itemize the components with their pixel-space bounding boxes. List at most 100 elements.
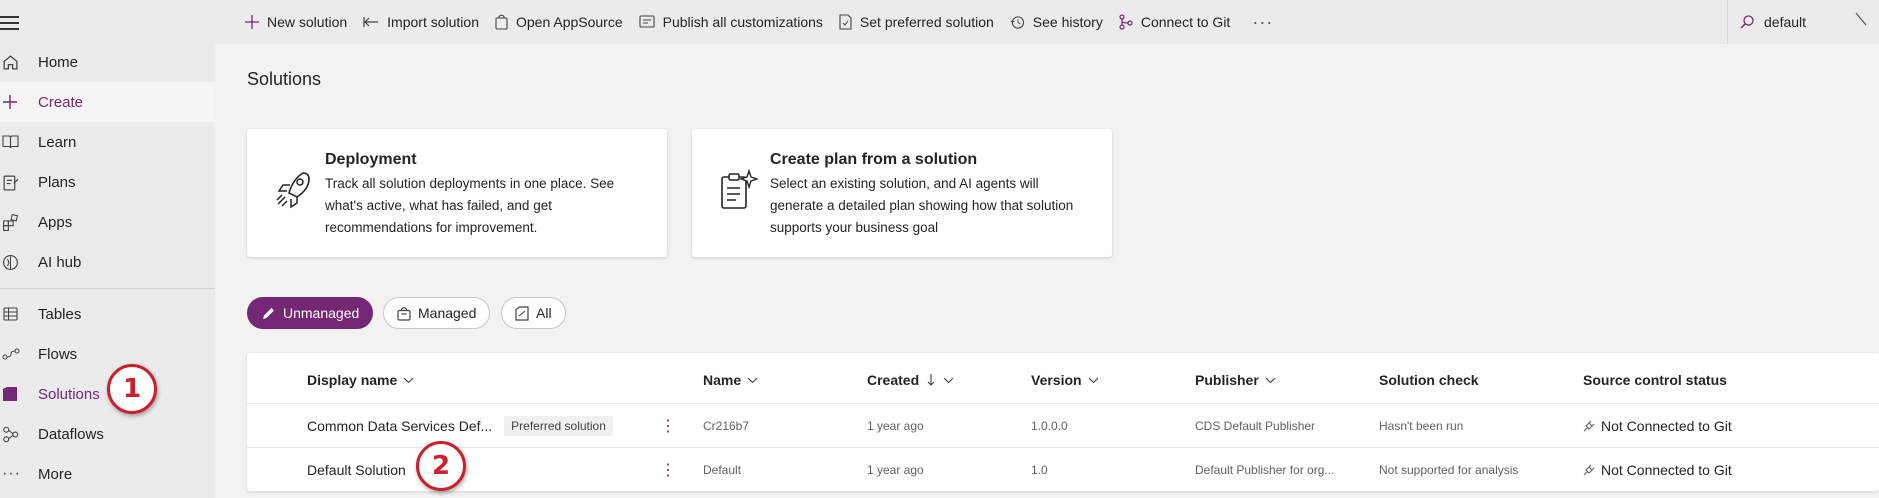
lock-bag-icon [397, 306, 411, 321]
see-history-label: See history [1032, 14, 1103, 30]
plan-sparkle-icon [718, 168, 760, 216]
nav-item-home[interactable]: Home [0, 42, 215, 82]
filter-label: All [536, 305, 552, 321]
nav-item-flows[interactable]: Flows [0, 334, 215, 374]
home-icon [0, 54, 38, 71]
filter-unmanaged-button[interactable]: Unmanaged [247, 297, 374, 329]
filter-managed-button[interactable]: Managed [383, 297, 491, 329]
set-preferred-button[interactable]: Set preferred solution [839, 14, 994, 30]
nav-item-label: Solutions [38, 385, 100, 403]
solution-check-cell: Hasn't been run [1379, 419, 1464, 433]
column-header-solution-check[interactable]: Solution check [1379, 372, 1479, 388]
clear-search-icon[interactable] [1855, 12, 1867, 31]
name-cell: Cr216b7 [703, 419, 750, 433]
search-input[interactable]: default [1764, 14, 1806, 30]
set-preferred-label: Set preferred solution [859, 14, 994, 30]
display-name-cell[interactable]: Common Data Services Def... Preferred so… [307, 404, 613, 448]
deployment-card[interactable]: Deployment Track all solution deployment… [247, 129, 667, 257]
plus-icon [245, 15, 259, 29]
column-header-publisher[interactable]: Publisher [1195, 372, 1276, 388]
column-header-display-name[interactable]: Display name [307, 372, 414, 388]
card-description: Select an existing solution, and AI agen… [770, 176, 1074, 235]
source-control-cell: Not Connected to Git [1583, 404, 1732, 448]
step-callout-2: 2 [416, 441, 466, 491]
hamburger-menu-icon[interactable] [0, 10, 30, 34]
solution-check-cell: Not supported for analysis [1379, 463, 1519, 477]
open-appsource-label: Open AppSource [515, 14, 623, 30]
preferred-solution-badge: Preferred solution [504, 416, 613, 436]
created-cell: 1 year ago [867, 463, 924, 477]
plus-icon [0, 94, 38, 110]
nav-item-label: Learn [38, 133, 77, 151]
create-plan-card[interactable]: Create plan from a solution Select an ex… [692, 129, 1112, 257]
disconnected-plug-icon [1583, 420, 1595, 432]
chevron-down-icon [1265, 377, 1276, 384]
disconnected-plug-icon [1583, 464, 1595, 476]
flows-icon [0, 347, 38, 361]
connect-git-button[interactable]: Connect to Git [1119, 14, 1231, 30]
see-history-button[interactable]: See history [1010, 14, 1103, 30]
nav-item-create[interactable]: Create [0, 82, 215, 122]
publish-all-label: Publish all customizations [662, 14, 823, 30]
rocket-icon [273, 169, 313, 214]
nav-item-label: AI hub [38, 253, 82, 271]
solutions-table: Display name Name Created Version Publis… [247, 353, 1879, 491]
card-title: Create plan from a solution [770, 151, 978, 168]
left-nav: Home Create Learn Plans Apps AI hub Tabl… [0, 0, 215, 498]
filter-label: Unmanaged [283, 305, 360, 321]
source-control-cell: Not Connected to Git [1583, 448, 1732, 492]
publisher-cell: CDS Default Publisher [1195, 419, 1316, 433]
nav-item-label: Dataflows [38, 425, 104, 443]
chevron-down-icon [943, 377, 954, 384]
table-icon [0, 306, 38, 322]
solutions-icon [0, 386, 38, 402]
open-appsource-button[interactable]: Open AppSource [495, 14, 623, 30]
nav-item-ai-hub[interactable]: AI hub [0, 242, 215, 282]
new-solution-button[interactable]: New solution [245, 14, 347, 30]
more-icon: ··· [2, 465, 21, 482]
table-row[interactable]: Default Solution ⋮ Default 1 year ago 1.… [247, 447, 1879, 491]
display-name-cell[interactable]: Default Solution [307, 448, 406, 492]
publish-icon [639, 14, 655, 30]
git-branch-icon [1119, 14, 1133, 30]
publisher-cell: Default Publisher for org... [1195, 463, 1335, 477]
column-header-name[interactable]: Name [703, 372, 758, 388]
history-icon [1010, 15, 1025, 30]
search-box[interactable]: default [1740, 0, 1806, 44]
nav-item-label: Apps [38, 213, 73, 231]
version-cell: 1.0 [1031, 463, 1048, 477]
apps-icon [0, 213, 38, 231]
shopping-bag-icon [495, 14, 508, 30]
nav-item-label: Tables [38, 305, 82, 323]
column-header-source-control[interactable]: Source control status [1583, 372, 1727, 388]
row-more-options-icon[interactable]: ⋮ [660, 448, 676, 492]
search-icon [1740, 15, 1754, 29]
chevron-down-icon [1088, 377, 1099, 384]
chevron-down-icon [747, 377, 758, 384]
import-solution-button[interactable]: Import solution [363, 14, 479, 30]
chevron-down-icon [403, 377, 414, 384]
publish-all-button[interactable]: Publish all customizations [639, 14, 823, 30]
ai-hub-icon [0, 254, 38, 271]
created-cell: 1 year ago [867, 419, 924, 433]
toolbar-divider [1727, 0, 1728, 44]
nav-item-more[interactable]: ··· More [0, 454, 215, 494]
connect-git-label: Connect to Git [1140, 14, 1231, 30]
filter-all-button[interactable]: All [501, 297, 566, 329]
row-more-options-icon[interactable]: ⋮ [660, 404, 676, 448]
nav-item-apps[interactable]: Apps [0, 202, 215, 242]
nav-item-label: Home [38, 53, 79, 71]
sort-down-arrow-icon [927, 374, 935, 386]
nav-item-plans[interactable]: Plans [0, 162, 215, 202]
nav-divider [0, 288, 215, 289]
import-solution-label: Import solution [387, 14, 479, 30]
column-header-created[interactable]: Created [867, 372, 954, 388]
more-commands-icon[interactable]: ··· [1252, 12, 1273, 33]
command-bar: New solution Import solution Open AppSou… [215, 0, 1879, 44]
nav-item-label: More [38, 465, 73, 483]
nav-item-tables[interactable]: Tables [0, 294, 215, 334]
nav-item-learn[interactable]: Learn [0, 122, 215, 162]
column-header-version[interactable]: Version [1031, 372, 1099, 388]
nav-item-dataflows[interactable]: Dataflows [0, 414, 215, 454]
table-row[interactable]: Common Data Services Def... Preferred so… [247, 403, 1879, 447]
